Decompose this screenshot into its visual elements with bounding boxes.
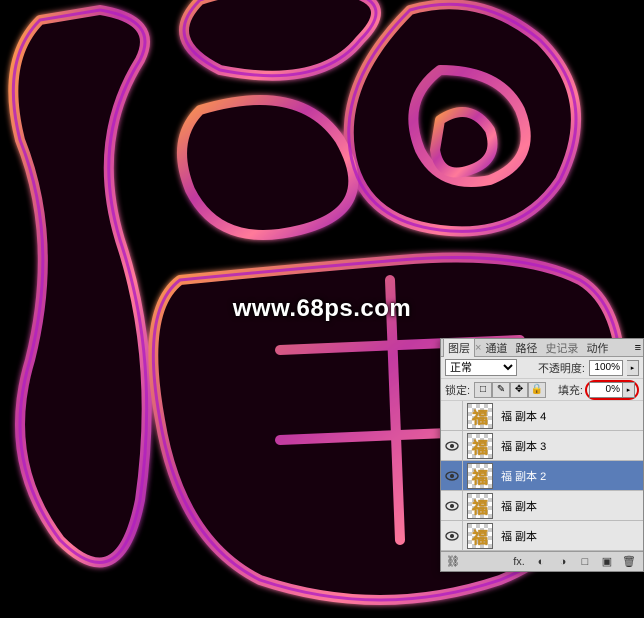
tab-paths[interactable]: 路径: [511, 339, 541, 357]
mask-icon[interactable]: ◐: [531, 554, 551, 570]
fx-icon[interactable]: fx.: [509, 554, 529, 570]
trash-icon[interactable]: 🗑: [619, 554, 639, 570]
tab-channels[interactable]: 通道: [481, 339, 511, 357]
eye-icon: [445, 441, 459, 451]
layers-panel: 图层 × 通道 路径 史记录 动作 ≡ 正常 不透明度: 100% ▸ 锁定: …: [440, 338, 644, 572]
fill-dropdown-icon[interactable]: ▸: [623, 382, 635, 398]
tab-layers[interactable]: 图层: [443, 338, 475, 357]
layer-row[interactable]: 福福 副本: [441, 521, 643, 551]
fill-highlight-annotation: 0% ▸: [585, 380, 639, 400]
layer-name-label[interactable]: 福 副本 2: [497, 468, 643, 484]
lock-position-icon[interactable]: ✥: [510, 382, 528, 398]
panel-tabs: 图层 × 通道 路径 史记录 动作 ≡: [441, 339, 643, 357]
opacity-dropdown-icon[interactable]: ▸: [627, 360, 639, 376]
layer-visibility-toggle[interactable]: [441, 401, 463, 430]
layer-thumbnail: 福: [463, 461, 497, 490]
layer-name-label[interactable]: 福 副本: [497, 528, 643, 544]
layer-visibility-toggle[interactable]: [441, 431, 463, 460]
lock-transparent-icon[interactable]: □: [474, 382, 492, 398]
lock-all-icon[interactable]: 🔒: [528, 382, 546, 398]
layer-row[interactable]: 福福 副本 3: [441, 431, 643, 461]
blend-opacity-row: 正常 不透明度: 100% ▸: [441, 357, 643, 379]
tab-actions[interactable]: 动作: [582, 339, 612, 357]
fill-input[interactable]: 0%: [589, 382, 623, 398]
layer-row[interactable]: 福福 副本 4: [441, 401, 643, 431]
blend-mode-select[interactable]: 正常: [445, 359, 517, 376]
layer-visibility-toggle[interactable]: [441, 521, 463, 550]
layer-name-label[interactable]: 福 副本 4: [497, 408, 643, 424]
panel-menu-icon[interactable]: ≡: [635, 342, 641, 354]
lock-label: 锁定:: [445, 382, 470, 398]
panel-footer: ⛓ fx. ◐ ◑ □ ▣ 🗑: [441, 551, 643, 571]
group-icon[interactable]: □: [575, 554, 595, 570]
tab-history[interactable]: 史记录: [541, 339, 582, 357]
opacity-label: 不透明度:: [538, 360, 585, 376]
layer-visibility-toggle[interactable]: [441, 491, 463, 520]
layer-thumbnail: 福: [463, 491, 497, 520]
layer-thumbnail: 福: [463, 521, 497, 550]
lock-pixels-icon[interactable]: ✎: [492, 382, 510, 398]
layer-row[interactable]: 福福 副本: [441, 491, 643, 521]
layer-thumbnail: 福: [463, 401, 497, 430]
eye-icon: [445, 471, 459, 481]
lock-fill-row: 锁定: □ ✎ ✥ 🔒 填充: 0% ▸: [441, 379, 643, 401]
watermark-text: www.68ps.com: [233, 295, 412, 323]
layer-thumbnail: 福: [463, 431, 497, 460]
opacity-input[interactable]: 100%: [589, 360, 623, 376]
fill-label: 填充:: [558, 382, 583, 398]
eye-icon: [445, 501, 459, 511]
layers-list: 福福 副本 4福福 副本 3福福 副本 2福福 副本福福 副本: [441, 401, 643, 551]
link-layers-icon[interactable]: ⛓: [445, 555, 461, 568]
adjustment-icon[interactable]: ◑: [553, 554, 573, 570]
layer-row[interactable]: 福福 副本 2: [441, 461, 643, 491]
layer-visibility-toggle[interactable]: [441, 461, 463, 490]
eye-icon: [445, 531, 459, 541]
layer-name-label[interactable]: 福 副本 3: [497, 438, 643, 454]
layer-name-label[interactable]: 福 副本: [497, 498, 643, 514]
new-layer-icon[interactable]: ▣: [597, 554, 617, 570]
